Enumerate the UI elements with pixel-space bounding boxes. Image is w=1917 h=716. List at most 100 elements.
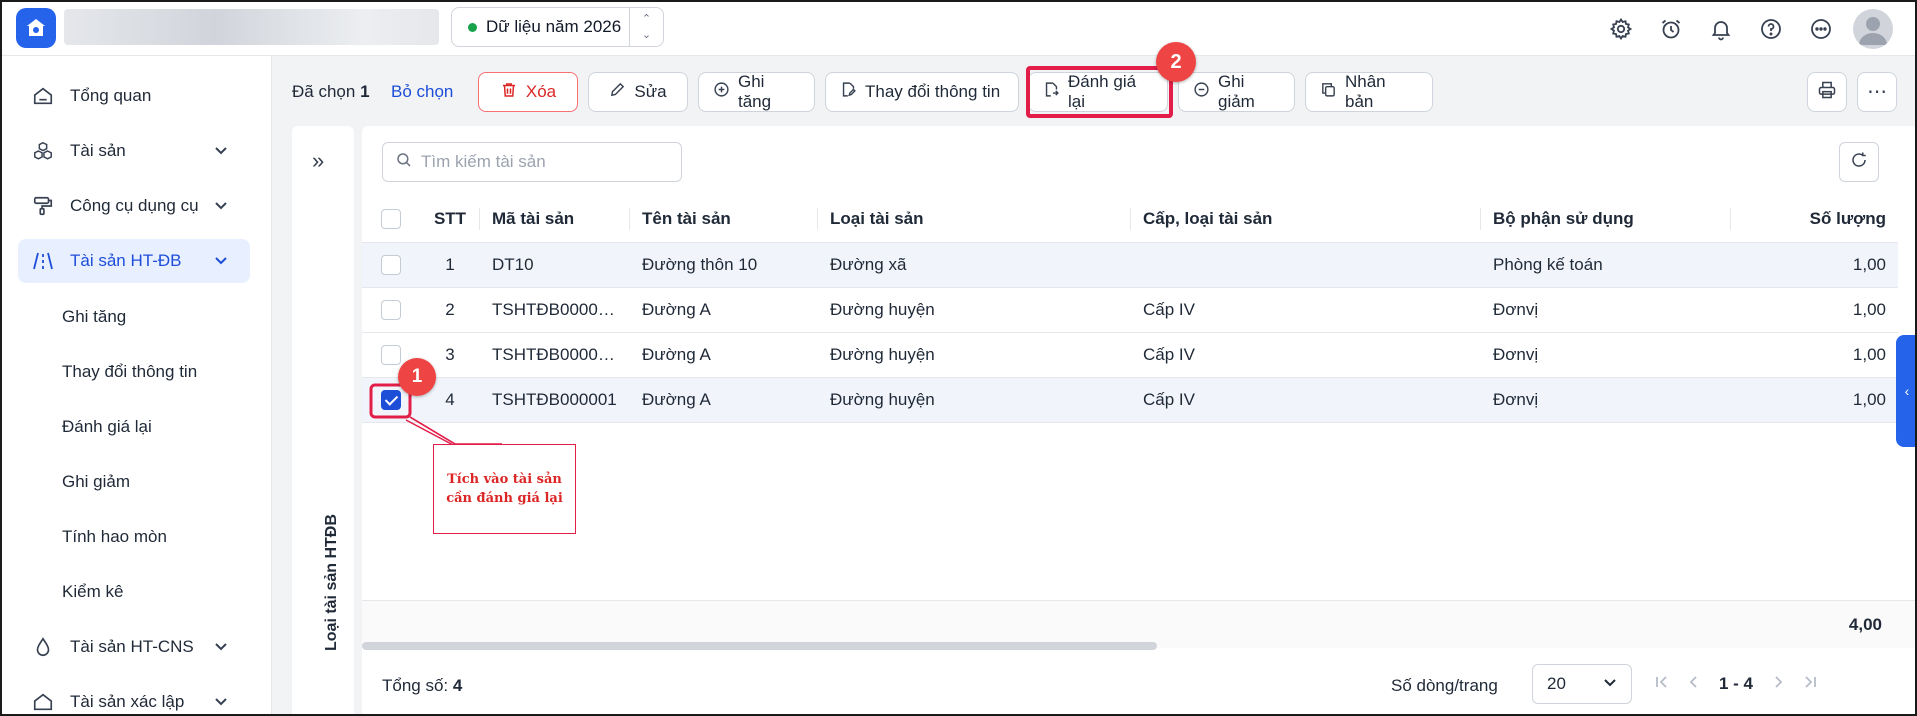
row-checkbox[interactable] [381,344,401,365]
duplicate-button[interactable]: Nhân bản [1305,72,1433,112]
column-header-stt[interactable]: STT [420,196,480,243]
selected-label: Đã chọn [292,82,356,101]
year-spinner[interactable]: ⌃ ⌄ [629,8,663,46]
table-row[interactable]: 3 TSHTĐB00000... Đường A Đường huyện Cấp… [362,332,1898,378]
total-value: 4 [452,676,463,695]
chevron-down-icon [214,639,234,656]
first-page-icon[interactable] [1655,675,1669,694]
water-drop-icon [30,636,56,658]
row-checkbox-checked[interactable] [381,389,401,410]
column-header-quantity[interactable]: Số lượng [1731,196,1898,243]
cell-level [1131,242,1481,288]
row-checkbox-cell[interactable] [362,242,420,288]
table-row[interactable]: 2 TSHTĐB00000... Đường A Đường huyện Cấp… [362,287,1898,333]
next-page-icon[interactable] [1771,675,1785,694]
sidebar-subitem-decrease[interactable]: Ghi giảm [62,467,130,497]
sidebar-item-established-assets[interactable]: Tài sản xác lập [18,680,250,714]
cell-name: Đường A [630,287,818,333]
search-box[interactable] [382,142,682,182]
sidebar-item-assets[interactable]: Tài sản [18,129,250,173]
instruction-callout: Tích vào tài sản cần đánh giá lại [433,444,576,534]
help-icon[interactable] [1753,11,1789,47]
sidebar-item-tools[interactable]: Công cụ dụng cụ [18,184,250,228]
asset-grid: STT Mã tài sản Tên tài sản Loại tài sản … [362,126,1915,714]
cell-quantity: 1,00 [1731,287,1898,333]
cell-quantity: 1,00 [1731,242,1898,288]
column-header-department[interactable]: Bộ phận sử dụng [1481,196,1731,243]
horizontal-scrollbar[interactable] [362,642,1157,650]
column-header-name[interactable]: Tên tài sản [630,196,818,243]
row-checkbox-cell[interactable] [362,287,420,333]
callout-line-1: Tích vào tài sản [447,472,562,487]
cell-name: Đường A [630,377,818,423]
expand-panel-icon[interactable]: » [312,148,324,174]
selected-count: 1 [360,82,370,101]
select-all-cell[interactable] [362,196,420,243]
rows-per-page-select[interactable]: 20 [1532,664,1632,704]
unselect-link[interactable]: Bỏ chọn [391,82,453,102]
search-icon [395,151,413,174]
status-dot [468,22,477,32]
cell-type: Đường huyện [818,287,1131,333]
edit-label: Sửa [634,82,667,101]
chevron-down-icon [214,253,234,270]
delete-button[interactable]: Xóa [478,72,578,112]
search-input[interactable] [421,152,671,172]
side-drawer-tab[interactable]: ‹ [1896,335,1915,447]
column-header-level[interactable]: Cấp, loại tài sản [1131,196,1481,243]
chevron-down-icon[interactable]: ⌄ [642,27,651,43]
row-checkbox[interactable] [381,299,401,320]
paint-roller-icon [30,195,56,217]
table-header-row: STT Mã tài sản Tên tài sản Loại tài sản … [362,196,1898,243]
sidebar-subitem-change-info[interactable]: Thay đổi thông tin [62,357,197,387]
sidebar-subitem-inventory[interactable]: Kiểm kê [62,577,123,607]
increase-button[interactable]: Ghi tăng [698,72,815,112]
chevron-down-icon [214,143,234,160]
sidebar-subitem-depreciation[interactable]: Tính hao mòn [62,522,167,552]
ellipsis-icon: ⋯ [1867,81,1887,103]
increase-label: Ghi tăng [738,72,772,111]
chevron-down-icon [214,198,234,215]
column-header-code[interactable]: Mã tài sản [480,196,630,243]
decrease-button[interactable]: Ghi giảm [1178,72,1295,112]
refresh-button[interactable] [1839,142,1879,182]
cell-type: Đường xã [818,242,1131,288]
more-options-icon[interactable] [1803,11,1839,47]
refresh-icon [1850,151,1868,174]
sidebar-item-overview[interactable]: Tổng quan [18,74,250,118]
edit-button[interactable]: Sửa [588,72,688,112]
more-actions-button[interactable]: ⋯ [1857,72,1897,112]
app-logo-icon[interactable] [16,8,56,48]
chevron-up-icon[interactable]: ⌃ [642,11,651,27]
select-all-checkbox[interactable] [381,209,401,229]
settings-gear-icon[interactable] [1603,11,1639,47]
revalue-highlight-box [1026,66,1173,118]
cell-code: TSHTĐB000001 [480,377,630,423]
trash-icon [500,81,518,104]
sidebar-subitem-revalue[interactable]: Đánh giá lại [62,412,152,442]
sidebar-item-label: Tài sản HT-ĐB [70,251,182,270]
table-row[interactable]: 1 DT10 Đường thôn 10 Đường xã Phòng kế t… [362,242,1898,288]
alarm-clock-icon[interactable] [1653,11,1689,47]
chevron-down-icon [1603,674,1617,694]
user-avatar[interactable] [1853,9,1893,49]
row-checkbox[interactable] [381,254,401,275]
box-icon [30,691,56,713]
column-header-type[interactable]: Loại tài sản [818,196,1131,243]
cell-code: TSHTĐB00000... [480,332,630,378]
last-page-icon[interactable] [1803,675,1817,694]
sidebar-item-label: Tài sản HT-CNS [70,637,194,656]
table-row-selected[interactable]: 4 TSHTĐB000001 Đường A Đường huyện Cấp I… [362,377,1898,423]
sidebar-item-clean-water-assets[interactable]: Tài sản HT-CNS [18,625,250,669]
road-icon [30,250,56,272]
sidebar-item-label: Công cụ dụng cụ [70,196,199,215]
sidebar-item-infrastructure-assets[interactable]: Tài sản HT-ĐB [18,239,250,283]
top-bar: Dữ liệu năm 2026 ⌃ ⌄ [2,2,1915,56]
change-info-button[interactable]: Thay đổi thông tin [825,72,1019,112]
notification-bell-icon[interactable] [1703,11,1739,47]
year-selector[interactable]: Dữ liệu năm 2026 ⌃ ⌄ [451,7,664,47]
prev-page-icon[interactable] [1687,675,1701,694]
sidebar-subitem-increase[interactable]: Ghi tăng [62,302,126,332]
print-button[interactable] [1807,72,1847,112]
copy-icon [1320,81,1337,103]
